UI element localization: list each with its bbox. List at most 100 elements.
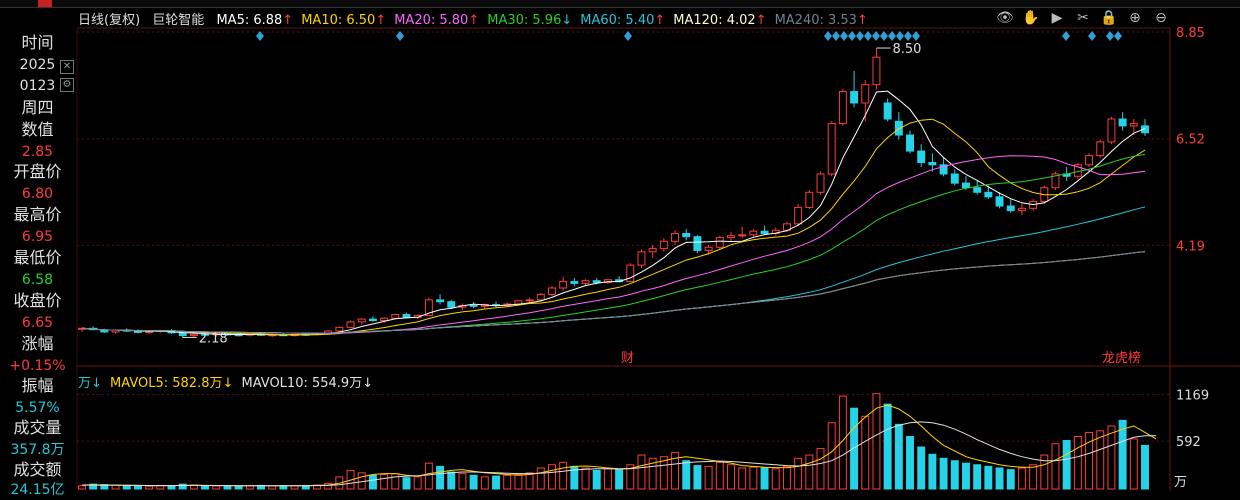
candle-body [581, 280, 590, 284]
volume-bar [201, 485, 210, 490]
candle-body [760, 230, 769, 234]
candle-body [682, 232, 691, 238]
candle-body [738, 234, 747, 237]
mavol5-label: MAVOL5: 582.8万↓ [110, 376, 234, 391]
ma20-line [81, 155, 1146, 334]
candle-body [380, 317, 389, 321]
volume-bar [458, 473, 467, 490]
candle-body [368, 318, 377, 321]
volume-bar [1073, 435, 1082, 490]
volume-bar [939, 457, 948, 490]
candle-body [995, 196, 1004, 207]
volume-legend: 万↓ MAVOL5: 582.8万↓ MAVOL10: 554.9万↓ [78, 372, 373, 391]
volume-bar [145, 485, 154, 490]
candle-body [961, 182, 970, 189]
volume-bar [704, 465, 713, 490]
kline-chart[interactable]: 8.85 6.52 4.19 8.50 2.18 财 龙虎榜 1169 592 万 [0, 0, 1240, 491]
candle-body [525, 299, 534, 302]
volume-bar [212, 485, 221, 490]
volume-bar [805, 454, 814, 490]
volume-bar [906, 435, 914, 490]
volume-bar [1107, 425, 1116, 490]
volume-bar [447, 471, 456, 490]
volume-bar [424, 462, 433, 490]
volume-bar [995, 467, 1004, 490]
signal-diamond [888, 31, 896, 41]
volume-bar [973, 464, 982, 490]
candle-body [436, 299, 445, 303]
volume-unit-prefix: 万↓ [78, 376, 102, 391]
volume-bar [368, 474, 377, 490]
volume-bar [559, 461, 568, 490]
signal-diamond [824, 31, 832, 41]
volume-bar [122, 484, 131, 490]
candle-body [536, 293, 545, 301]
candle-body [178, 332, 187, 337]
candle-body [917, 150, 926, 164]
ma30-line [81, 153, 1146, 334]
volume-bar [950, 460, 959, 490]
candle-body [928, 162, 937, 166]
volume-bar [133, 485, 142, 490]
candle-body [1017, 207, 1026, 212]
candle-body [984, 191, 993, 198]
price-tick-label: 6.52 [1176, 133, 1205, 148]
volume-bar [167, 485, 176, 490]
candle-body [749, 230, 758, 236]
volume-bar [436, 465, 445, 490]
volume-bar [1096, 430, 1105, 490]
candle-body [850, 91, 859, 104]
candle-body [704, 246, 713, 251]
volume-tick-label: 592 [1176, 435, 1201, 450]
candle-body [950, 173, 959, 184]
candle-body [906, 134, 914, 152]
volume-bar [1051, 443, 1060, 490]
volume-bar [1118, 419, 1127, 490]
volume-bar [749, 466, 758, 490]
volume-bar [961, 462, 970, 490]
candle-body [872, 56, 881, 86]
candle-body [715, 237, 724, 248]
candle-body [883, 102, 892, 120]
volume-bar [402, 477, 411, 490]
candle-body [805, 191, 814, 208]
volume-bar [581, 467, 590, 490]
candle-body [335, 326, 344, 332]
candle-body [1107, 118, 1116, 143]
high-marker-label: 8.50 [892, 42, 921, 57]
volume-bar [514, 473, 523, 490]
candle-body [1096, 141, 1105, 157]
volume-bar [592, 469, 601, 490]
candle-body [861, 84, 870, 104]
dragon-tiger-marker: 龙虎榜 [1102, 350, 1141, 366]
signal-diamond [1114, 31, 1122, 41]
volume-bar [727, 464, 735, 490]
ma10-line [81, 118, 1146, 336]
volume-bar [492, 475, 500, 490]
candle-body [648, 248, 657, 253]
volume-bar [827, 422, 836, 490]
candle-body [1085, 155, 1094, 166]
mavol10-label: MAVOL10: 554.9万↓ [241, 376, 374, 391]
candle-body [547, 287, 556, 295]
volume-bar [771, 468, 780, 490]
volume-bar [1062, 440, 1071, 490]
signal-diamond [1088, 31, 1096, 41]
candle-body [189, 333, 198, 337]
volume-bar [615, 469, 624, 490]
signal-diamond [840, 31, 848, 41]
candle-body [469, 304, 478, 307]
signal-diamond [864, 31, 872, 41]
volume-bar [1129, 438, 1138, 490]
volume-bar [78, 485, 86, 490]
candle-body [402, 314, 411, 318]
candle-body [727, 235, 735, 239]
volume-bar [894, 423, 903, 490]
volume-bar [480, 476, 489, 490]
ma60-line [81, 206, 1146, 334]
volume-bar [928, 453, 937, 490]
finance-event-marker: 财 [621, 351, 634, 366]
volume-bar [682, 460, 691, 490]
candle-body [592, 280, 601, 283]
price-tick-label: 8.85 [1176, 26, 1205, 41]
